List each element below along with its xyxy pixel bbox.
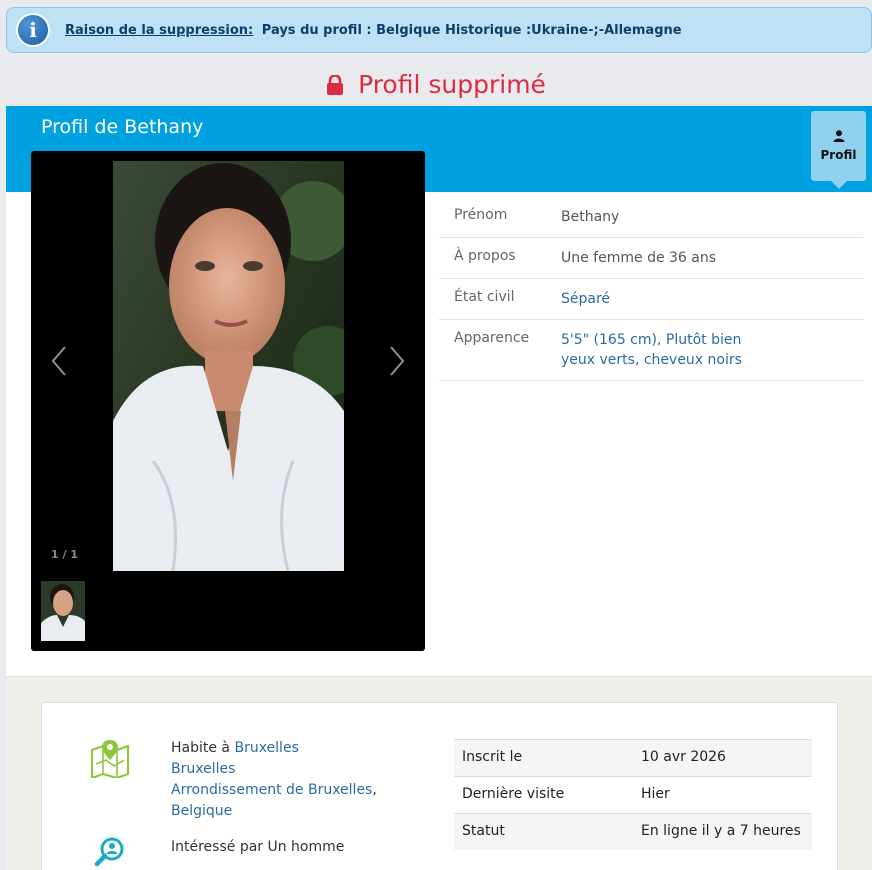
location-prefix: Habite à (171, 740, 231, 756)
detail-row-firstname: Prénom Bethany (439, 197, 863, 238)
stat-value: 10 avr 2026 (641, 749, 726, 765)
profile-name-title: Profil de Bethany (41, 116, 204, 138)
notice-label[interactable]: Raison de la suppression: (65, 23, 253, 38)
detail-value: Une femme de 36 ans (561, 250, 717, 266)
photo-thumbnail[interactable] (41, 581, 85, 641)
search-user-icon (94, 837, 124, 867)
profile-details: Prénom Bethany À propos Une femme de 36 … (439, 197, 863, 381)
detail-label: À propos (454, 248, 516, 264)
map-pin-icon (90, 740, 130, 778)
membership-stats: Inscrit le 10 avr 2026 Dernière visite H… (454, 739, 812, 850)
profile-photo[interactable] (113, 161, 344, 571)
stat-label: Dernière visite (462, 786, 565, 802)
detail-row-marital-status: État civil Séparé (439, 279, 863, 320)
stat-label: Statut (462, 823, 505, 839)
info-icon: i (18, 15, 48, 45)
profile-summary-card: Habite à Bruxelles Bruxelles Arrondissem… (41, 702, 838, 870)
stat-row-status: Statut En ligne il y a 7 heures (454, 813, 812, 850)
notice-reason: Pays du profil : Belgique Historique :Uk… (261, 22, 682, 38)
detail-label: État civil (454, 289, 515, 305)
photo-counter: 1 / 1 (51, 548, 78, 561)
stat-label: Inscrit le (462, 749, 523, 765)
detail-label: Apparence (454, 330, 530, 346)
detail-value-link[interactable]: 5'5" (165 cm), Plutôt bien yeux verts, c… (545, 330, 742, 370)
photo-gallery: 1 / 1 (31, 151, 425, 651)
chevron-right-icon[interactable] (385, 341, 409, 381)
appearance-line-1[interactable]: 5'5" (165 cm), Plutôt bien (561, 330, 742, 350)
location-country-link[interactable]: Belgique (171, 801, 377, 822)
location-district-link[interactable]: Arrondissement de Bruxelles (171, 782, 372, 798)
detail-value-link[interactable]: Séparé (545, 289, 610, 309)
deleted-title-text: Profil supprimé (358, 70, 546, 99)
tab-indicator (831, 181, 847, 189)
stat-value: Hier (641, 786, 670, 802)
detail-label: Prénom (454, 207, 508, 223)
profile-card: Profil de Bethany Profil 1 / 1 Prénom Be… (6, 106, 872, 676)
detail-row-appearance: Apparence 5'5" (165 cm), Plutôt bien yeu… (439, 320, 863, 381)
notice-text: Raison de la suppression: Pays du profil… (65, 23, 682, 38)
detail-row-about: À propos Une femme de 36 ans (439, 238, 863, 279)
stat-row-registered: Inscrit le 10 avr 2026 (454, 739, 812, 776)
profile-lower-section: Habite à Bruxelles Bruxelles Arrondissem… (6, 676, 872, 870)
tab-profile-label: Profil (820, 148, 857, 162)
location-text: Habite à Bruxelles Bruxelles Arrondissem… (171, 738, 377, 822)
user-icon (833, 130, 844, 142)
appearance-line-2[interactable]: yeux verts, cheveux noirs (561, 350, 742, 370)
stat-row-last-visit: Dernière visite Hier (454, 776, 812, 813)
stat-value: En ligne il y a 7 heures (641, 823, 801, 839)
location-city-link[interactable]: Bruxelles (234, 740, 298, 756)
interest-text: Intéressé par Un homme (171, 839, 345, 855)
lock-icon (327, 74, 344, 95)
profile-deleted-title: Profil supprimé (0, 70, 872, 99)
chevron-left-icon[interactable] (47, 341, 71, 381)
tab-profile[interactable]: Profil (811, 111, 866, 189)
location-separator: , (372, 782, 377, 798)
deletion-notice: i Raison de la suppression: Pays du prof… (6, 7, 872, 53)
detail-value: Bethany (561, 209, 620, 225)
location-region-link[interactable]: Bruxelles (171, 759, 377, 780)
